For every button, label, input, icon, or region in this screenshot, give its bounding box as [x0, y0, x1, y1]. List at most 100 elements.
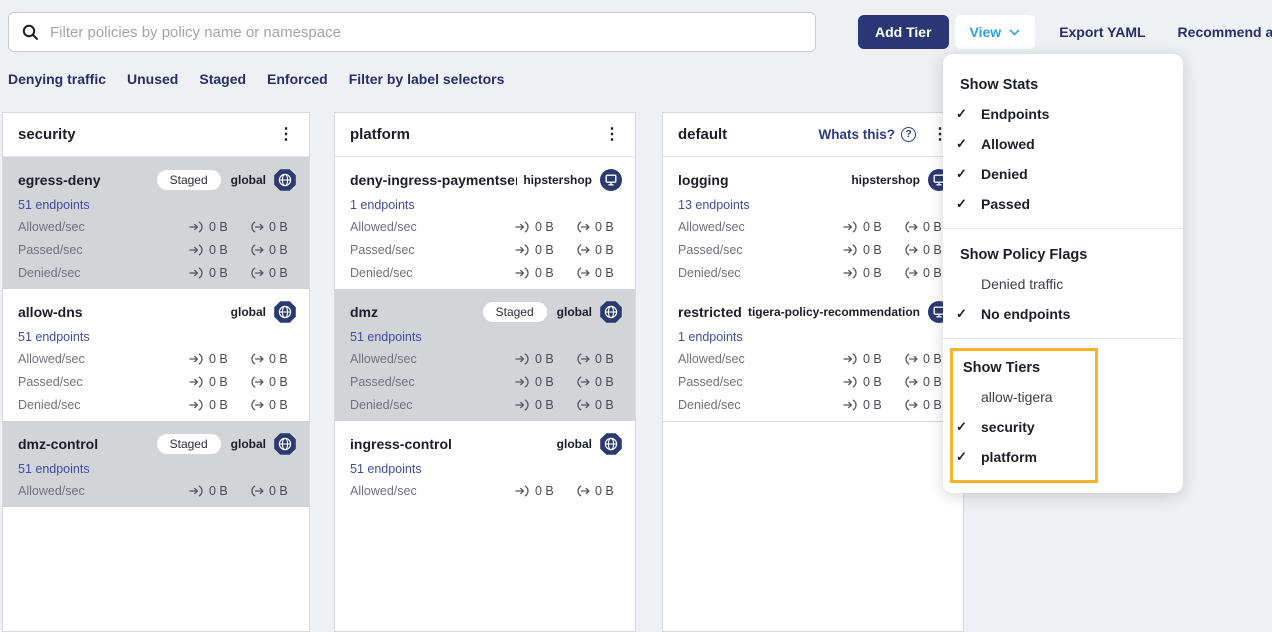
- egress-stat: 0 B: [249, 375, 297, 389]
- policy-card[interactable]: dmz Staged global 51 endpoints Allowed/s…: [335, 289, 635, 421]
- staged-badge: Staged: [157, 434, 221, 454]
- egress-icon: [249, 376, 264, 388]
- menu-item-label: security: [981, 419, 1035, 435]
- add-tier-button[interactable]: Add Tier: [858, 15, 949, 49]
- menu-item-label: Endpoints: [981, 106, 1049, 122]
- show-tiers-highlight-box: Show Tiers allow-tigera ✓ security ✓ pla…: [950, 348, 1098, 483]
- menu-item-no-endpoints[interactable]: ✓ No endpoints: [943, 299, 1183, 329]
- egress-icon: [575, 399, 590, 411]
- menu-item-allowed[interactable]: ✓ Allowed: [943, 129, 1183, 159]
- stat-row: Passed/sec 0 B 0 B: [18, 370, 297, 393]
- check-icon: ✓: [956, 306, 972, 322]
- ingress-icon: [189, 376, 204, 388]
- kebab-menu-icon[interactable]: ⋮: [278, 127, 294, 143]
- tier-header: default Whats this? ? ⋮: [663, 113, 963, 157]
- whats-this-link[interactable]: Whats this? ?: [819, 127, 917, 142]
- policy-card[interactable]: dmz-control Staged global 51 endpoints A…: [3, 421, 309, 507]
- ingress-value: 0 B: [535, 266, 554, 280]
- policy-card[interactable]: allow-dns global 51 endpoints Allowed/se…: [3, 289, 309, 421]
- global-network-icon: [273, 168, 297, 192]
- filter-label-selectors[interactable]: Filter by label selectors: [349, 71, 505, 87]
- egress-value: 0 B: [923, 398, 942, 412]
- egress-value: 0 B: [269, 484, 288, 498]
- check-icon: ✓: [956, 449, 972, 465]
- policy-card[interactable]: logging hipstershop 13 endpoints Allowed…: [663, 157, 963, 289]
- endpoints-link[interactable]: 51 endpoints: [18, 461, 90, 477]
- menu-item-denied[interactable]: ✓ Denied: [943, 159, 1183, 189]
- ingress-value: 0 B: [209, 352, 228, 366]
- ingress-icon: [189, 221, 204, 233]
- ingress-value: 0 B: [863, 266, 882, 280]
- recommend-policy-button[interactable]: Recommend a Policy: [1178, 24, 1272, 40]
- menu-section-title: Show Tiers: [953, 353, 1095, 382]
- policy-name: egress-deny: [18, 172, 151, 188]
- staged-badge: Staged: [157, 170, 221, 190]
- help-icon: ?: [901, 127, 916, 142]
- ingress-stat: 0 B: [189, 484, 241, 498]
- egress-value: 0 B: [595, 266, 614, 280]
- egress-stat: 0 B: [249, 484, 297, 498]
- ingress-value: 0 B: [209, 484, 228, 498]
- filter-denying-traffic[interactable]: Denying traffic: [8, 71, 106, 87]
- ingress-stat: 0 B: [189, 220, 241, 234]
- toolbar-actions: Add Tier View Export YAML Recommend a Po…: [858, 15, 1272, 49]
- menu-item-endpoints[interactable]: ✓ Endpoints: [943, 99, 1183, 129]
- card-title-row: logging hipstershop: [678, 167, 951, 192]
- policy-card[interactable]: restricted tigera-policy-recommendation …: [663, 289, 963, 421]
- policy-card[interactable]: deny-ingress-paymentservi… hipstershop 1…: [335, 157, 635, 289]
- policy-name: dmz: [350, 304, 477, 320]
- endpoints-link[interactable]: 51 endpoints: [18, 329, 90, 345]
- stat-label: Passed/sec: [350, 375, 515, 389]
- global-network-icon: [599, 300, 623, 324]
- endpoints-link[interactable]: 1 endpoints: [350, 197, 415, 213]
- menu-item-passed[interactable]: ✓ Passed: [943, 189, 1183, 219]
- ingress-stat: 0 B: [843, 220, 895, 234]
- menu-item-denied-traffic[interactable]: Denied traffic: [943, 269, 1183, 299]
- stat-row: Allowed/sec 0 B 0 B: [678, 347, 951, 370]
- menu-item-label: Denied: [981, 166, 1028, 182]
- stat-label: Denied/sec: [350, 266, 515, 280]
- endpoints-link[interactable]: 51 endpoints: [350, 461, 422, 477]
- endpoints-link[interactable]: 1 endpoints: [678, 329, 743, 345]
- policy-name: ingress-control: [350, 436, 551, 452]
- menu-item-security[interactable]: ✓ security: [953, 412, 1095, 442]
- policy-filter-searchbox[interactable]: [8, 12, 816, 52]
- ingress-value: 0 B: [863, 220, 882, 234]
- egress-stat: 0 B: [249, 266, 297, 280]
- tier-column-platform: platform ⋮ deny-ingress-paymentservi… hi…: [334, 112, 636, 632]
- endpoints-link[interactable]: 51 endpoints: [350, 329, 422, 345]
- export-yaml-button[interactable]: Export YAML: [1059, 24, 1145, 40]
- stat-row: Allowed/sec 0 B 0 B: [678, 215, 951, 238]
- view-button[interactable]: View: [955, 15, 1036, 49]
- endpoints-link[interactable]: 13 endpoints: [678, 197, 750, 213]
- menu-item-platform[interactable]: ✓ platform: [953, 442, 1095, 472]
- policy-card[interactable]: ingress-control global 51 endpoints Allo…: [335, 421, 635, 507]
- stat-label: Passed/sec: [678, 243, 843, 257]
- stat-label: Allowed/sec: [678, 220, 843, 234]
- stat-row: Allowed/sec 0 B 0 B: [18, 347, 297, 370]
- kebab-menu-icon[interactable]: ⋮: [604, 127, 620, 143]
- policy-card[interactable]: egress-deny Staged global 51 endpoints A…: [3, 157, 309, 289]
- global-network-icon: [273, 300, 297, 324]
- ingress-stat: 0 B: [843, 398, 895, 412]
- check-icon: ✓: [956, 136, 972, 152]
- filter-unused[interactable]: Unused: [127, 71, 178, 87]
- filter-enforced[interactable]: Enforced: [267, 71, 328, 87]
- egress-stat: 0 B: [575, 243, 623, 257]
- egress-value: 0 B: [269, 375, 288, 389]
- tier-column-security: security ⋮ egress-deny Staged global 51 …: [2, 112, 310, 632]
- egress-stat: 0 B: [575, 266, 623, 280]
- filter-staged[interactable]: Staged: [199, 71, 246, 87]
- egress-icon: [575, 376, 590, 388]
- view-button-label: View: [970, 24, 1002, 40]
- egress-stat: 0 B: [249, 243, 297, 257]
- stat-row: Denied/sec 0 B 0 B: [678, 261, 951, 284]
- search-input[interactable]: [48, 23, 802, 42]
- ingress-icon: [843, 267, 858, 279]
- menu-item-allow-tigera[interactable]: allow-tigera: [953, 382, 1095, 412]
- chevron-down-icon: [1009, 29, 1020, 36]
- ingress-value: 0 B: [863, 398, 882, 412]
- stat-label: Allowed/sec: [18, 352, 189, 366]
- tier-name: default: [678, 126, 819, 143]
- endpoints-link[interactable]: 51 endpoints: [18, 197, 90, 213]
